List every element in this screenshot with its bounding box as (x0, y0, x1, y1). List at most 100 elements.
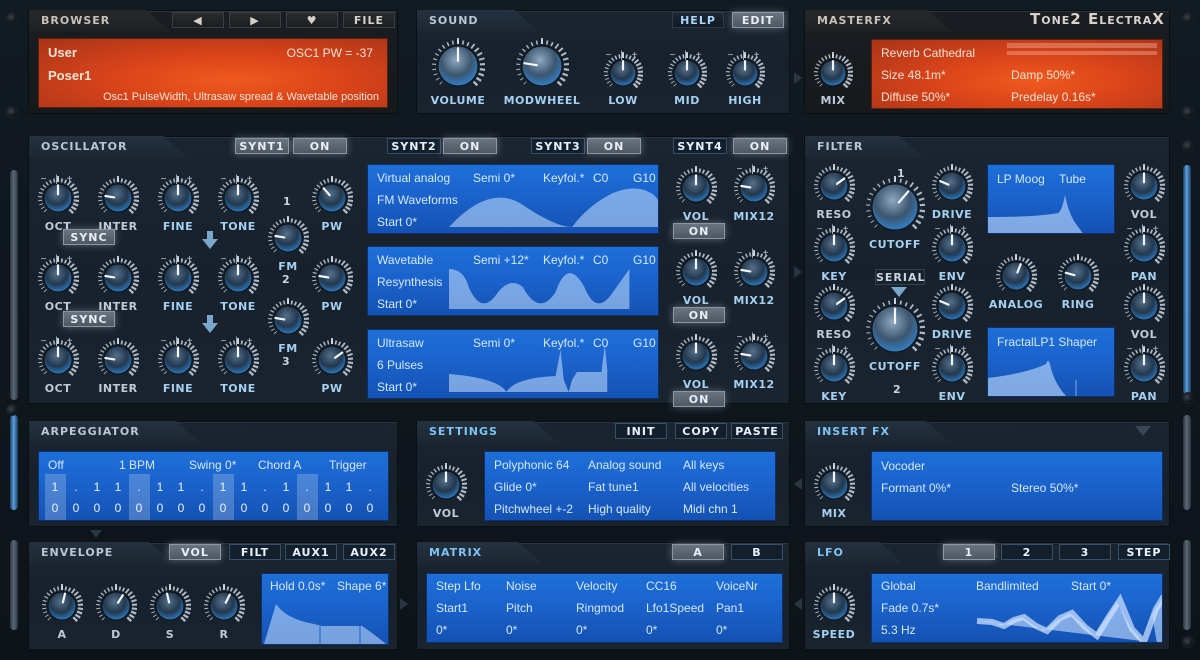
arp-step-gate[interactable]: 1 (172, 480, 190, 494)
matrix-target[interactable]: Start1 (436, 601, 468, 615)
knob-fine[interactable]: − | + FINE (157, 174, 199, 233)
osc-subtype[interactable]: 6 Pulses (377, 358, 423, 372)
arp-step-transpose[interactable]: 0 (256, 501, 274, 515)
envelope-tab-aux2[interactable]: AUX2 (343, 544, 395, 560)
arp-step-gate[interactable]: . (67, 480, 85, 494)
knob-inter[interactable]: INTER (97, 337, 139, 395)
matrix-amount[interactable]: 0* (576, 623, 587, 637)
knob-pan-1[interactable]: − | + PAN (1123, 224, 1165, 283)
knob-fm-2[interactable]: FM (267, 215, 309, 273)
knob-volume[interactable]: VOLUME (431, 37, 485, 107)
knob-mid[interactable]: − | + MID (667, 50, 707, 107)
knob-high[interactable]: − | + HIGH (725, 50, 765, 107)
knob-filter-vol-2[interactable]: VOL (1123, 283, 1165, 341)
knob-voice-vol[interactable]: VOL (675, 249, 717, 307)
osc-keyfollow[interactable]: Keyfol.* (543, 253, 584, 267)
matrix-amount[interactable]: 0* (506, 623, 517, 637)
masterfx-param[interactable]: Diffuse 50%* (881, 90, 950, 104)
knob-key-2[interactable]: − | + KEY (813, 344, 855, 403)
arp-step-gate[interactable]: 1 (88, 480, 106, 494)
knob-drive-1[interactable]: DRIVE (931, 163, 973, 221)
knob-inter[interactable]: INTER (97, 255, 139, 313)
knob-fm-3[interactable]: FM (267, 297, 309, 355)
preset-name[interactable]: Poser1 (48, 68, 91, 83)
filter-routing-button[interactable]: SERIAL (875, 269, 925, 285)
arp-setting[interactable]: Swing 0* (189, 458, 236, 472)
knob-voice-vol[interactable]: VOL (675, 333, 717, 391)
matrix-source[interactable]: CC16 (646, 579, 677, 593)
synth-select-3[interactable]: SYNT3 (531, 138, 585, 154)
matrix-tab-b[interactable]: B (731, 544, 783, 560)
knob-lfo-speed[interactable]: SPEED (813, 583, 855, 641)
matrix-target[interactable]: Pitch (506, 601, 533, 615)
knob-modwheel[interactable]: MODWHEEL (504, 37, 580, 107)
filter-1-type[interactable]: LP Moog (997, 172, 1045, 186)
settings-option[interactable]: All velocities (683, 480, 749, 494)
arp-step-transpose[interactable]: 0 (298, 501, 316, 515)
settings-option[interactable]: Polyphonic 64 (494, 458, 569, 472)
knob-low[interactable]: − | + LOW (603, 50, 643, 107)
knob-oct[interactable]: − | + OCT (37, 254, 79, 313)
lfo-tab-2[interactable]: 2 (1001, 544, 1053, 560)
lfo-display[interactable]: Global Bandlimited Start 0* Fade 0.7s* 5… (871, 573, 1163, 643)
matrix-source[interactable]: Velocity (576, 579, 617, 593)
arp-step-transpose[interactable]: 0 (235, 501, 253, 515)
settings-option[interactable]: Midi chn 1 (683, 502, 738, 516)
matrix-target[interactable]: Pan1 (716, 601, 744, 615)
arp-step-gate[interactable]: 1 (151, 480, 169, 494)
paste-button[interactable]: PASTE (731, 423, 783, 439)
arp-setting[interactable]: Chord A (258, 458, 301, 472)
masterfx-param[interactable]: Size 48.1m* (881, 68, 946, 82)
oscillator-display-3[interactable]: Wavetable Resynthesis Start 0* Semi +12*… (367, 246, 659, 316)
arp-step-transpose[interactable]: 0 (88, 501, 106, 515)
arp-step-transpose[interactable]: 0 (172, 501, 190, 515)
sync-button-2[interactable]: SYNC (63, 229, 115, 245)
knob-insertfx-mix[interactable]: MIX (813, 462, 855, 520)
settings-option[interactable]: All keys (683, 458, 724, 472)
knob-envelope-r[interactable]: R (203, 583, 245, 641)
matrix-target[interactable]: Lfo1Speed (646, 601, 704, 615)
prev-preset-button[interactable]: ◀ (172, 12, 224, 28)
init-button[interactable]: INIT (615, 423, 667, 439)
browser-display[interactable]: User Poser1 OSC1 PW = -37 Osc1 PulseWidt… (38, 38, 388, 108)
osc-subtype[interactable]: Resynthesis (377, 275, 442, 289)
help-button[interactable]: HELP (672, 12, 724, 28)
knob-fine[interactable]: − | + FINE (157, 336, 199, 395)
arp-step-gate[interactable]: 1 (319, 480, 337, 494)
arp-step-transpose[interactable]: 0 (340, 501, 358, 515)
matrix-amount[interactable]: 0* (716, 623, 727, 637)
arp-step-gate[interactable]: 1 (235, 480, 253, 494)
settings-option[interactable]: Pitchwheel +-2 (494, 502, 573, 516)
oscillator-display-2[interactable]: Virtual analog FM Waveforms Start 0* Sem… (367, 164, 659, 234)
arp-step-gate[interactable]: 1 (214, 480, 232, 494)
synth-1-on-toggle[interactable]: ON (293, 138, 347, 154)
arp-step-transpose[interactable]: 0 (319, 501, 337, 515)
knob-oct[interactable]: − | + OCT (37, 174, 79, 233)
knob-drive-2[interactable]: DRIVE (931, 283, 973, 341)
insertfx-param[interactable]: Stereo 50%* (1011, 481, 1078, 495)
osc-keyfollow[interactable]: Keyfol.* (543, 336, 584, 350)
osc-key-low[interactable]: C0 (593, 336, 608, 350)
arp-step-transpose[interactable]: 0 (151, 501, 169, 515)
knob-inter[interactable]: INTER (97, 175, 139, 233)
next-preset-button[interactable]: ▶ (229, 12, 281, 28)
osc-type[interactable]: Ultrasaw (377, 336, 424, 350)
arp-step-transpose[interactable]: 0 (130, 501, 148, 515)
knob-env-1[interactable]: − | + ENV (931, 224, 973, 283)
osc-start[interactable]: Start 0* (377, 215, 417, 229)
matrix-target[interactable]: Ringmod (576, 601, 624, 615)
knob-oct[interactable]: − | + OCT (37, 336, 79, 395)
settings-option[interactable]: Analog sound (588, 458, 661, 472)
knob-tone[interactable]: − | + TONE (217, 174, 259, 233)
arp-step-gate[interactable]: 1 (340, 480, 358, 494)
osc-type[interactable]: Virtual analog (377, 171, 450, 185)
matrix-source[interactable]: VoiceNr (716, 579, 758, 593)
arpeggiator-display[interactable]: Off 1 BPM Swing 0* Chord A Trigger 1. 1 1. 1 1. 1 1… (38, 451, 389, 521)
knob-reso-1[interactable]: RESO (813, 163, 855, 221)
envelope-display[interactable]: Hold 0.0s* Shape 6* (261, 573, 389, 645)
arp-step-transpose[interactable]: 0 (109, 501, 127, 515)
settings-option[interactable]: Glide 0* (494, 480, 537, 494)
matrix-amount[interactable]: 0* (646, 623, 657, 637)
osc-start[interactable]: Start 0* (377, 380, 417, 394)
osc-key-low[interactable]: C0 (593, 171, 608, 185)
